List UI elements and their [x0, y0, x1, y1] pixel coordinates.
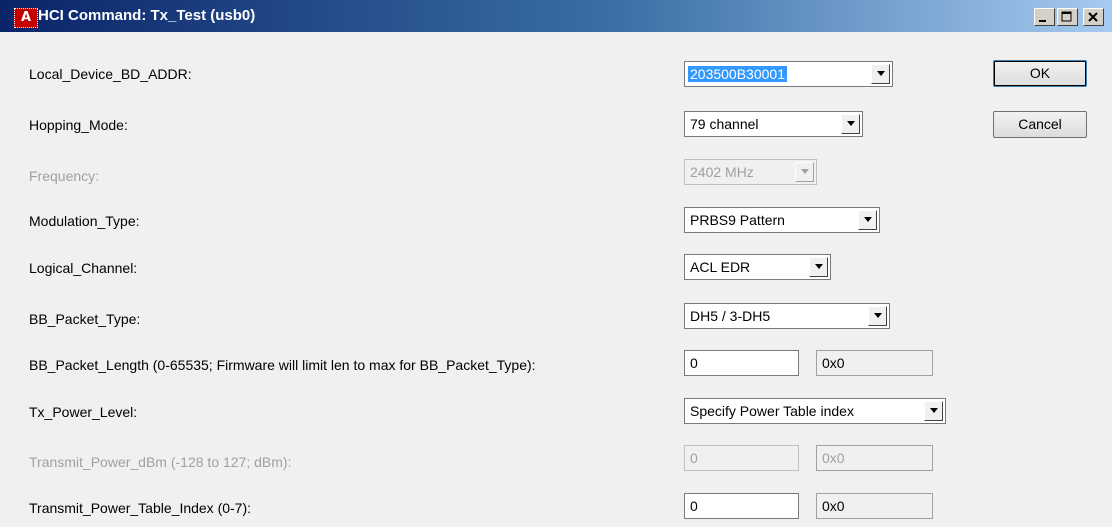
title-bar[interactable]: A HCI Command: Tx_Test (usb0) [0, 0, 1112, 32]
chevron-down-icon [801, 169, 809, 174]
maximize-button[interactable] [1057, 8, 1078, 26]
packet-type-label: BB_Packet_Type: [29, 311, 141, 327]
dropdown-button[interactable] [809, 257, 828, 277]
packet-length-field[interactable] [685, 351, 798, 375]
power-dbm-field[interactable] [685, 446, 798, 470]
local-addr-value: 203500B30001 [688, 66, 787, 82]
power-index-field[interactable] [685, 494, 798, 518]
dropdown-button[interactable] [841, 114, 860, 134]
logical-channel-label: Logical_Channel: [29, 260, 138, 276]
power-index-hex: 0x0 [816, 493, 933, 519]
dropdown-button[interactable] [858, 210, 877, 230]
chevron-down-icon [815, 264, 823, 269]
chevron-down-icon [864, 217, 872, 222]
maximize-icon [1061, 11, 1072, 22]
hopping-mode-label: Hopping_Mode: [29, 117, 128, 133]
packet-length-input[interactable] [684, 350, 799, 376]
cancel-button[interactable]: Cancel [993, 111, 1087, 138]
app-icon[interactable]: A [14, 8, 38, 28]
minimize-button[interactable] [1034, 8, 1055, 26]
tx-power-level-label: Tx_Power_Level: [29, 404, 138, 420]
power-index-input[interactable] [684, 493, 799, 519]
power-index-hex-value: 0x0 [822, 498, 845, 514]
power-dbm-hex-value: 0x0 [822, 450, 845, 466]
close-button[interactable] [1083, 8, 1104, 26]
modulation-type-label: Modulation_Type: [29, 213, 140, 229]
packet-length-label: BB_Packet_Length (0-65535; Firmware will… [29, 357, 536, 373]
power-dbm-label: Transmit_Power_dBm (-128 to 127; dBm): [29, 454, 292, 470]
local-addr-label: Local_Device_BD_ADDR: [29, 66, 192, 82]
dropdown-button[interactable] [924, 401, 943, 421]
dropdown-button[interactable] [871, 64, 890, 84]
hopping-mode-select[interactable]: 79 channel [684, 111, 863, 137]
modulation-type-value: PRBS9 Pattern [690, 212, 785, 228]
ok-button[interactable]: OK [993, 60, 1087, 87]
modulation-type-select[interactable]: PRBS9 Pattern [684, 207, 880, 233]
packet-type-value: DH5 / 3-DH5 [690, 308, 771, 324]
frequency-label: Frequency: [29, 168, 100, 184]
hopping-mode-value: 79 channel [690, 116, 759, 132]
window-title: HCI Command: Tx_Test (usb0) [38, 7, 256, 24]
chevron-down-icon [874, 313, 882, 318]
logical-channel-value: ACL EDR [690, 259, 751, 275]
packet-length-hex-value: 0x0 [822, 355, 845, 371]
logical-channel-select[interactable]: ACL EDR [684, 254, 831, 280]
chevron-down-icon [930, 408, 938, 413]
tx-power-level-select[interactable]: Specify Power Table index [684, 398, 946, 424]
power-dbm-input[interactable] [684, 445, 799, 471]
minimize-icon [1039, 20, 1046, 22]
tx-power-level-value: Specify Power Table index [690, 403, 854, 419]
chevron-down-icon [877, 71, 885, 76]
packet-length-hex: 0x0 [816, 350, 933, 376]
chevron-down-icon [847, 121, 855, 126]
power-dbm-hex: 0x0 [816, 445, 933, 471]
packet-type-select[interactable]: DH5 / 3-DH5 [684, 303, 890, 329]
local-addr-select[interactable]: 203500B30001 [684, 61, 893, 87]
dropdown-button[interactable] [795, 162, 814, 182]
close-icon [1088, 12, 1098, 22]
dropdown-button[interactable] [868, 306, 887, 326]
power-index-label: Transmit_Power_Table_Index (0-7): [29, 500, 252, 516]
frequency-select[interactable]: 2402 MHz [684, 159, 817, 185]
frequency-value: 2402 MHz [690, 164, 754, 180]
